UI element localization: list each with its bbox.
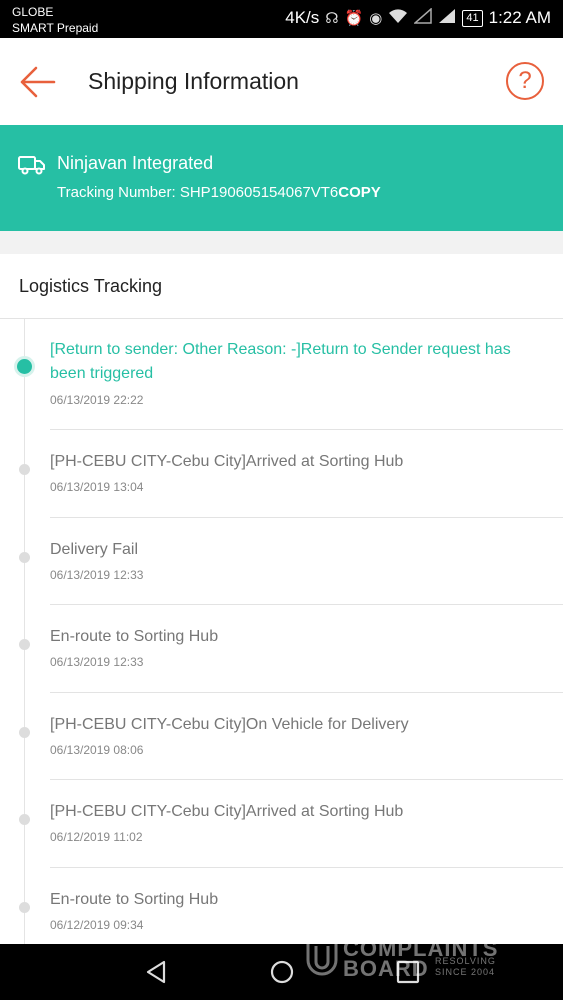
truck-icon [18, 156, 45, 175]
timeline-dot [19, 726, 30, 738]
event-timestamp: 06/13/2019 12:33 [50, 567, 144, 582]
carrier-name-1: GLOBE [12, 5, 54, 19]
circle-home-icon [270, 960, 294, 984]
timeline-dot [19, 639, 30, 650]
alarm-icon: ⏰ [344, 10, 364, 27]
status-bar: GLOBE SMART Prepaid 4K/s ☊ ⏰ ◉ 41 1:22 A… [0, 0, 563, 38]
timeline-item: En-route to Sorting Hub 06/13/2019 12:33 [0, 605, 563, 693]
event-timestamp: 06/13/2019 22:22 [50, 393, 144, 407]
event-timestamp: 06/13/2019 08:06 [50, 742, 144, 757]
event-description: [Return to sender: Other Reason: -]Retur… [50, 341, 511, 382]
logistics-title: Logistics Tracking [19, 276, 163, 296]
timeline-item: [PH-CEBU CITY-Cebu City]Arrived at Sorti… [0, 780, 563, 868]
status-time: 1:22 AM [488, 8, 551, 27]
battery-indicator: 41 [462, 9, 483, 27]
event-timestamp: 06/13/2019 13:04 [50, 480, 144, 494]
event-description: [PH-CEBU CITY-Cebu City]Arrived at Sorti… [50, 453, 404, 470]
event-timestamp: 06/12/2019 11:02 [50, 830, 143, 844]
event-description: En-route to Sorting Hub [50, 628, 219, 645]
courier-name: Ninjavan Integrated [57, 153, 214, 173]
headphones-icon: ☊ [325, 10, 339, 27]
timeline-dot-active [17, 359, 32, 374]
tracking-number: Tracking Number: SHP190605154067VT6COPY [57, 184, 381, 201]
network-speed: 4K/s [285, 8, 320, 27]
status-indicators: 4K/s ☊ ⏰ ◉ 41 1:22 AM [285, 7, 551, 28]
watermark-tagline: RESOLVING SINCE 2004 [435, 956, 496, 978]
timeline-item: [Return to sender: Other Reason: -]Retur… [0, 319, 563, 430]
carrier-info: GLOBE SMART Prepaid [12, 4, 98, 36]
signal-icon [413, 7, 433, 28]
copy-button[interactable]: COPY [338, 184, 381, 201]
question-mark-icon: ? [518, 67, 532, 94]
event-description: En-route to Sorting Hub [50, 890, 219, 908]
triangle-back-icon [146, 960, 166, 984]
app-bar: Shipping Information ? [0, 38, 563, 125]
wifi-icon [388, 8, 408, 28]
watermark-line-2: BOARD [343, 956, 429, 981]
timeline-dot [19, 901, 30, 913]
shipping-info-banner: Ninjavan Integrated Tracking Number: SHP… [0, 125, 563, 231]
tracking-timeline: [Return to sender: Other Reason: -]Retur… [0, 319, 563, 955]
carrier-name-2: SMART Prepaid [12, 21, 99, 35]
event-description: [PH-CEBU CITY-Cebu City]On Vehicle for D… [50, 715, 409, 733]
timeline-connector [24, 319, 25, 430]
eye-icon: ◉ [369, 10, 383, 27]
signal-icon [438, 8, 456, 28]
event-timestamp: 06/13/2019 12:33 [50, 655, 144, 669]
back-button[interactable] [18, 64, 58, 100]
timeline-dot [19, 551, 30, 563]
watermark-tag-1: RESOLVING [435, 956, 496, 966]
page-title: Shipping Information [88, 68, 299, 94]
tracking-number-text: Tracking Number: SHP190605154067VT6 [57, 184, 339, 201]
timeline-item: [PH-CEBU CITY-Cebu City]On Vehicle for D… [0, 692, 563, 780]
arrow-left-icon [20, 66, 56, 98]
timeline-dot [19, 464, 30, 475]
shield-icon [306, 939, 338, 976]
nav-home-button[interactable] [268, 958, 296, 991]
event-description: Delivery Fail [50, 540, 139, 558]
timeline-item: Delivery Fail 06/13/2019 12:33 [0, 517, 563, 605]
watermark-tag-2: SINCE 2004 [435, 967, 496, 977]
event-description: [PH-CEBU CITY-Cebu City]Arrived at Sorti… [50, 803, 404, 820]
event-timestamp: 06/12/2019 09:34 [50, 917, 144, 932]
timeline-item: [PH-CEBU CITY-Cebu City]Arrived at Sorti… [0, 430, 563, 518]
nav-back-button[interactable] [142, 958, 170, 991]
timeline-dot [19, 814, 30, 825]
help-button[interactable]: ? [506, 62, 544, 100]
logistics-panel: Logistics Tracking [Return to sender: Ot… [0, 254, 563, 955]
